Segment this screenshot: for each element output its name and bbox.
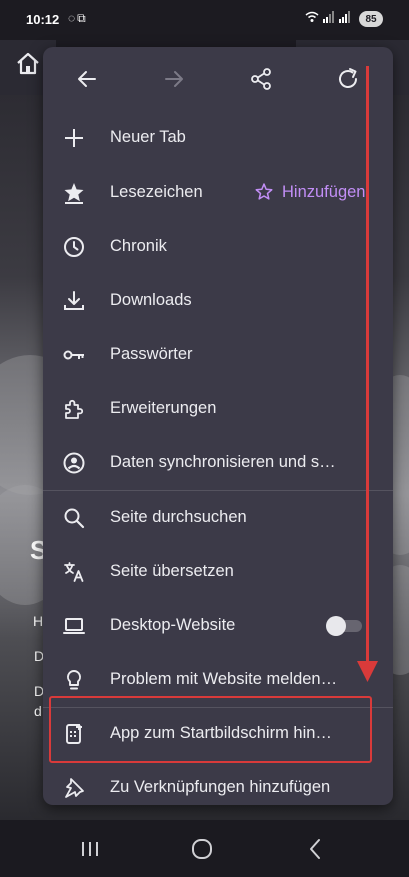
screen-record-icon: ⧉ [77, 11, 88, 25]
menu-item-find-in-page[interactable]: Seite durchsuchen [43, 491, 393, 545]
menu-item-label: Daten synchronisieren und s… [110, 453, 336, 471]
wifi-icon [305, 11, 319, 22]
menu-item-label: Desktop-Website [110, 616, 236, 634]
menu-item-label: Erweiterungen [110, 399, 217, 417]
menu-item-passwords[interactable]: Passwörter [43, 328, 393, 382]
bookmark-star-icon [64, 183, 84, 204]
status-left-icons: ◌⧉ [68, 11, 88, 26]
menu-item-history[interactable]: Chronik [43, 220, 393, 274]
reload-icon[interactable] [334, 65, 362, 93]
menu-item-extensions[interactable]: Erweiterungen [43, 382, 393, 436]
signal-icon [322, 11, 334, 23]
status-time: 10:12 [26, 12, 60, 27]
back-chevron-icon [310, 839, 320, 859]
translate-icon [64, 562, 84, 582]
desktop-site-toggle[interactable] [326, 615, 362, 637]
menu-item-label: Downloads [110, 291, 192, 309]
pin-icon [65, 778, 84, 798]
search-icon [64, 508, 85, 529]
menu-item-downloads[interactable]: Downloads [43, 274, 393, 328]
menu-item-report-problem[interactable]: Problem mit Website melden… [43, 653, 393, 707]
annotation-arrow-line [366, 66, 369, 664]
menu-item-sync[interactable]: Daten synchronisieren und s… [43, 436, 393, 490]
battery-indicator: 85 [359, 11, 383, 27]
menu-item-label: Passwörter [110, 345, 193, 363]
back-nav-button[interactable] [295, 834, 335, 864]
page-text-fragment: d [34, 703, 42, 719]
menu-item-label: Lesezeichen [110, 183, 203, 201]
status-right-icons [305, 11, 351, 26]
annotation-arrow-head [357, 661, 378, 682]
puzzle-icon [65, 399, 84, 419]
clock-icon [64, 237, 84, 257]
share-icon[interactable] [247, 65, 275, 93]
menu-item-label: Chronik [110, 237, 167, 255]
status-bar: 10:12 ◌⧉ 85 [0, 0, 409, 40]
menu-nav-row [43, 47, 393, 111]
lightbulb-icon [67, 670, 81, 690]
download-icon [64, 291, 84, 310]
laptop-icon [63, 618, 85, 634]
system-navigation-bar [0, 820, 409, 877]
toggle-knob [326, 616, 346, 636]
menu-item-add-shortcut[interactable]: Zu Verknüpfungen hinzufügen [43, 761, 393, 805]
recent-apps-button[interactable] [70, 834, 110, 864]
menu-item-add-to-homescreen[interactable]: App zum Startbildschirm hin… [43, 707, 393, 761]
browser-main-menu: Neuer Tab Lesezeichen Hinzufügen Chronik… [43, 47, 393, 805]
menu-item-bookmarks[interactable]: Lesezeichen Hinzufügen [43, 166, 393, 220]
signal-icon [339, 11, 350, 23]
menu-item-label: Zu Verknüpfungen hinzufügen [110, 778, 331, 796]
star-outline-icon [255, 183, 273, 200]
whatsapp-icon: ◌ [68, 11, 78, 25]
menu-item-label: Problem mit Website melden… [110, 670, 338, 688]
menu-item-label: App zum Startbildschirm hin… [110, 724, 332, 742]
menu-item-label: Seite durchsuchen [110, 508, 247, 526]
menu-item-translate[interactable]: Seite übersetzen [43, 545, 393, 599]
plus-icon [65, 129, 83, 147]
menu-item-new-tab[interactable]: Neuer Tab [43, 111, 393, 165]
home-circle-icon [192, 839, 212, 859]
menu-item-desktop-site[interactable]: Desktop-Website [43, 599, 393, 653]
page-text-fragment: H [33, 613, 44, 629]
menu-item-label: Seite übersetzen [110, 562, 234, 580]
forward-arrow-icon[interactable] [160, 65, 188, 93]
home-nav-button[interactable] [182, 834, 222, 864]
recent-apps-icon [82, 842, 98, 856]
key-icon [63, 350, 84, 360]
add-bookmark-label: Hinzufügen [282, 183, 366, 201]
back-arrow-icon[interactable] [73, 65, 101, 93]
add-to-homescreen-icon [66, 724, 82, 744]
account-icon [63, 452, 85, 474]
home-icon[interactable] [14, 50, 42, 78]
menu-item-label: Neuer Tab [110, 128, 186, 146]
